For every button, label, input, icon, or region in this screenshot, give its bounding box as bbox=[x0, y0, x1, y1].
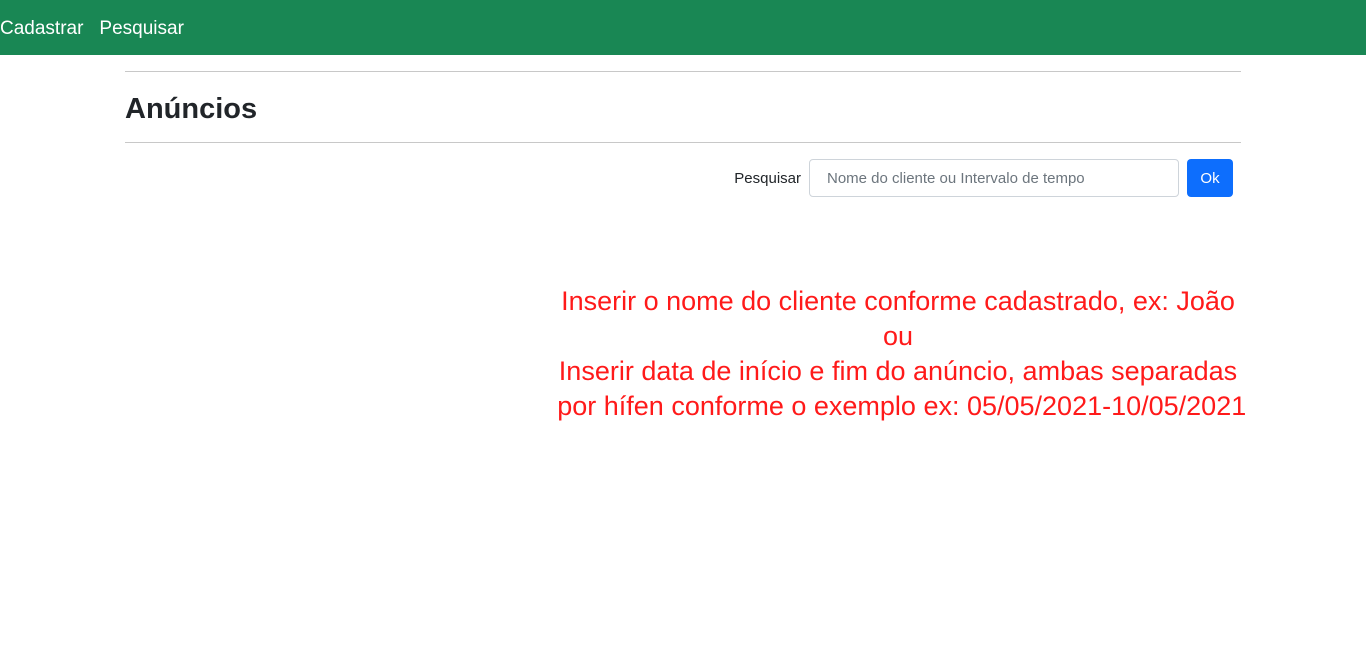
page-title: Anúncios bbox=[125, 93, 258, 125]
nav-link-pesquisar[interactable]: Pesquisar bbox=[99, 18, 184, 40]
hint-line: ou bbox=[882, 321, 914, 351]
hint-line: por hífen conforme o exemplo ex: 05/05/2… bbox=[549, 391, 1247, 421]
divider-bottom bbox=[125, 142, 1241, 143]
search-input[interactable] bbox=[809, 159, 1179, 197]
hint-line: Inserir data de início e fim do anúncio,… bbox=[558, 356, 1238, 386]
search-instructions: Inserir o nome do cliente conforme cadas… bbox=[530, 284, 1266, 424]
navbar: Cadastrar Pesquisar bbox=[0, 0, 1366, 55]
hint-line: Inserir o nome do cliente conforme cadas… bbox=[561, 286, 1235, 316]
search-form: Pesquisar Ok bbox=[0, 159, 1233, 197]
main-container: Anúncios bbox=[125, 55, 1241, 143]
search-label: Pesquisar bbox=[734, 169, 801, 187]
nav-link-cadastrar[interactable]: Cadastrar bbox=[0, 18, 83, 40]
ok-button[interactable]: Ok bbox=[1187, 159, 1233, 197]
